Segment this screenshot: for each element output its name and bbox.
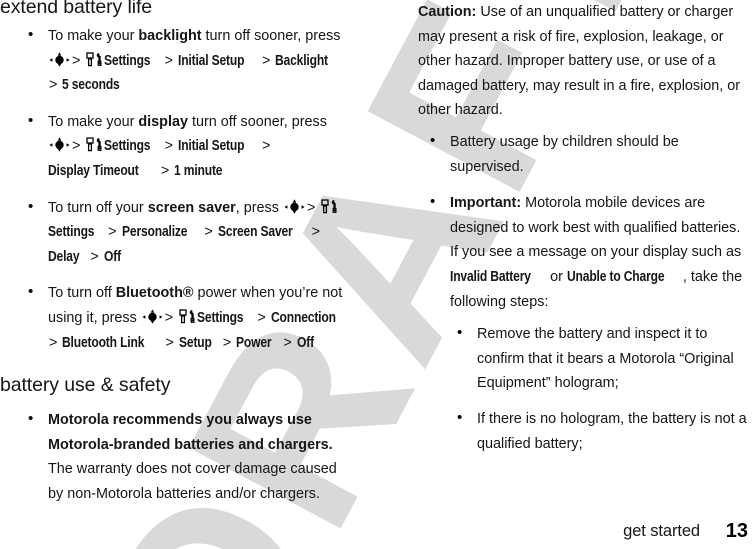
manual-page: extend battery life To make your backlig… <box>0 0 756 549</box>
extend-battery-life-list: To make your backlight turn off sooner, … <box>0 23 352 367</box>
footer-section-label: get started <box>623 522 700 540</box>
battery-use-safety-list: Motorola recommends you always use Motor… <box>0 407 352 518</box>
path-separator: > <box>257 309 266 326</box>
bullet-lead-text: To turn off your <box>48 199 148 216</box>
screen-message-label: Invalid Battery <box>450 268 531 285</box>
important-label: Important: <box>450 195 522 212</box>
path-separator: > <box>90 248 99 265</box>
menu-path-item: Off <box>103 248 121 265</box>
menu-path-item: Personalize <box>121 224 188 241</box>
path-separator: > <box>222 334 232 351</box>
navigation-key-icon <box>284 198 305 214</box>
bullet-lead-text: To turn off <box>48 285 116 302</box>
path-separator: > <box>165 334 174 351</box>
menu-path-item: Power <box>236 334 272 351</box>
path-separator: > <box>283 334 292 351</box>
navigation-key-icon <box>49 137 70 153</box>
bullet-keyword: screen saver <box>147 199 236 216</box>
path-separator: > <box>261 138 271 155</box>
path-separator: > <box>72 138 81 155</box>
menu-path-item: Settings <box>104 138 151 155</box>
list-item: Remove the battery and inspect it to con… <box>450 321 748 396</box>
menu-path-item: 5 seconds <box>62 77 121 94</box>
list-item: To turn off Bluetooth® power when you’re… <box>0 280 352 355</box>
navigation-key-icon <box>142 309 163 324</box>
menu-path-item: Initial Setup <box>177 52 245 69</box>
menu-path-item: Delay <box>48 248 80 265</box>
page-footer: get started 13 <box>0 515 756 543</box>
menu-path-item: Connection <box>270 309 336 326</box>
list-item: Important: Motorola mobile devices are d… <box>396 190 748 456</box>
bullet-keyword: backlight <box>138 28 202 44</box>
bullet-body-text-2: or <box>546 268 567 285</box>
path-separator: > <box>164 138 173 155</box>
path-separator: > <box>160 162 170 179</box>
path-separator: > <box>311 224 320 241</box>
list-item: Battery usage by children should be supe… <box>396 129 748 179</box>
path-separator: > <box>164 52 173 69</box>
battery-safety-list: Battery usage by children should be supe… <box>396 129 748 468</box>
menu-path-item: Off <box>296 334 314 351</box>
path-separator: > <box>164 309 174 326</box>
bullet-lead-text-2: turn off sooner, press <box>187 113 327 130</box>
menu-path-item: Bluetooth Link <box>62 334 145 351</box>
path-separator: > <box>49 334 58 351</box>
screen-message-label: Unable to Charge <box>566 268 665 285</box>
path-separator: > <box>204 224 213 241</box>
caution-label: Caution: <box>418 4 477 20</box>
path-separator: > <box>49 77 58 94</box>
caution-text: Use of an unqualified battery or charger… <box>418 4 741 119</box>
list-item: Motorola recommends you always use Motor… <box>0 407 352 506</box>
bullet-keyword: Bluetooth® <box>115 285 194 302</box>
caution-paragraph: Caution: Use of an unqualified battery o… <box>418 0 748 123</box>
bullet-lead-text: To make your <box>48 28 139 44</box>
bullet-keyword: display <box>138 113 188 130</box>
menu-path-item: Screen Saver <box>217 224 293 241</box>
footer-page-number: 13 <box>725 520 748 542</box>
menu-path-item: Backlight <box>275 52 329 69</box>
bullet-lead-text: To make your <box>48 113 139 130</box>
menu-path-item: Initial Setup <box>177 138 245 155</box>
path-separator: > <box>72 52 81 69</box>
bullet-body-text: The warranty does not cover damage cause… <box>48 461 337 502</box>
step-text: Remove the battery and inspect it to con… <box>477 326 734 392</box>
menu-path-item: 1 minute <box>174 162 223 179</box>
list-item: If there is no hologram, the battery is … <box>450 406 748 456</box>
bullet-lead-text-2: , press <box>235 199 283 216</box>
navigation-key-icon <box>49 51 70 67</box>
path-separator: > <box>306 199 316 216</box>
bullet-body-text: Battery usage by children should be supe… <box>450 134 679 175</box>
section-title-battery-use-safety: battery use & safety <box>0 374 171 396</box>
path-separator: > <box>108 224 117 241</box>
settings-tools-icon <box>86 137 103 152</box>
path-separator: > <box>261 52 271 69</box>
step-text: If there is no hologram, the battery is … <box>477 410 747 452</box>
bullet-lead-text-2: turn off sooner, press <box>201 28 341 44</box>
settings-tools-icon <box>179 309 196 324</box>
settings-tools-icon <box>321 198 338 214</box>
list-item: To make your display turn off sooner, pr… <box>0 109 352 184</box>
menu-path-item: Settings <box>104 52 151 69</box>
page-title: extend battery life <box>0 0 153 18</box>
bullet-bold-statement: Motorola recommends you always use Motor… <box>48 412 333 453</box>
list-item: To turn off your screen saver, press > S… <box>0 195 352 270</box>
battery-check-steps-list: Remove the battery and inspect it to con… <box>450 321 748 456</box>
menu-path-item: Display Timeout <box>48 162 139 179</box>
menu-path-item: Settings <box>197 309 244 326</box>
list-item: To make your backlight turn off sooner, … <box>0 23 352 98</box>
menu-path-item: Settings <box>48 224 95 241</box>
menu-path-item: Setup <box>178 334 212 351</box>
settings-tools-icon <box>86 51 103 67</box>
